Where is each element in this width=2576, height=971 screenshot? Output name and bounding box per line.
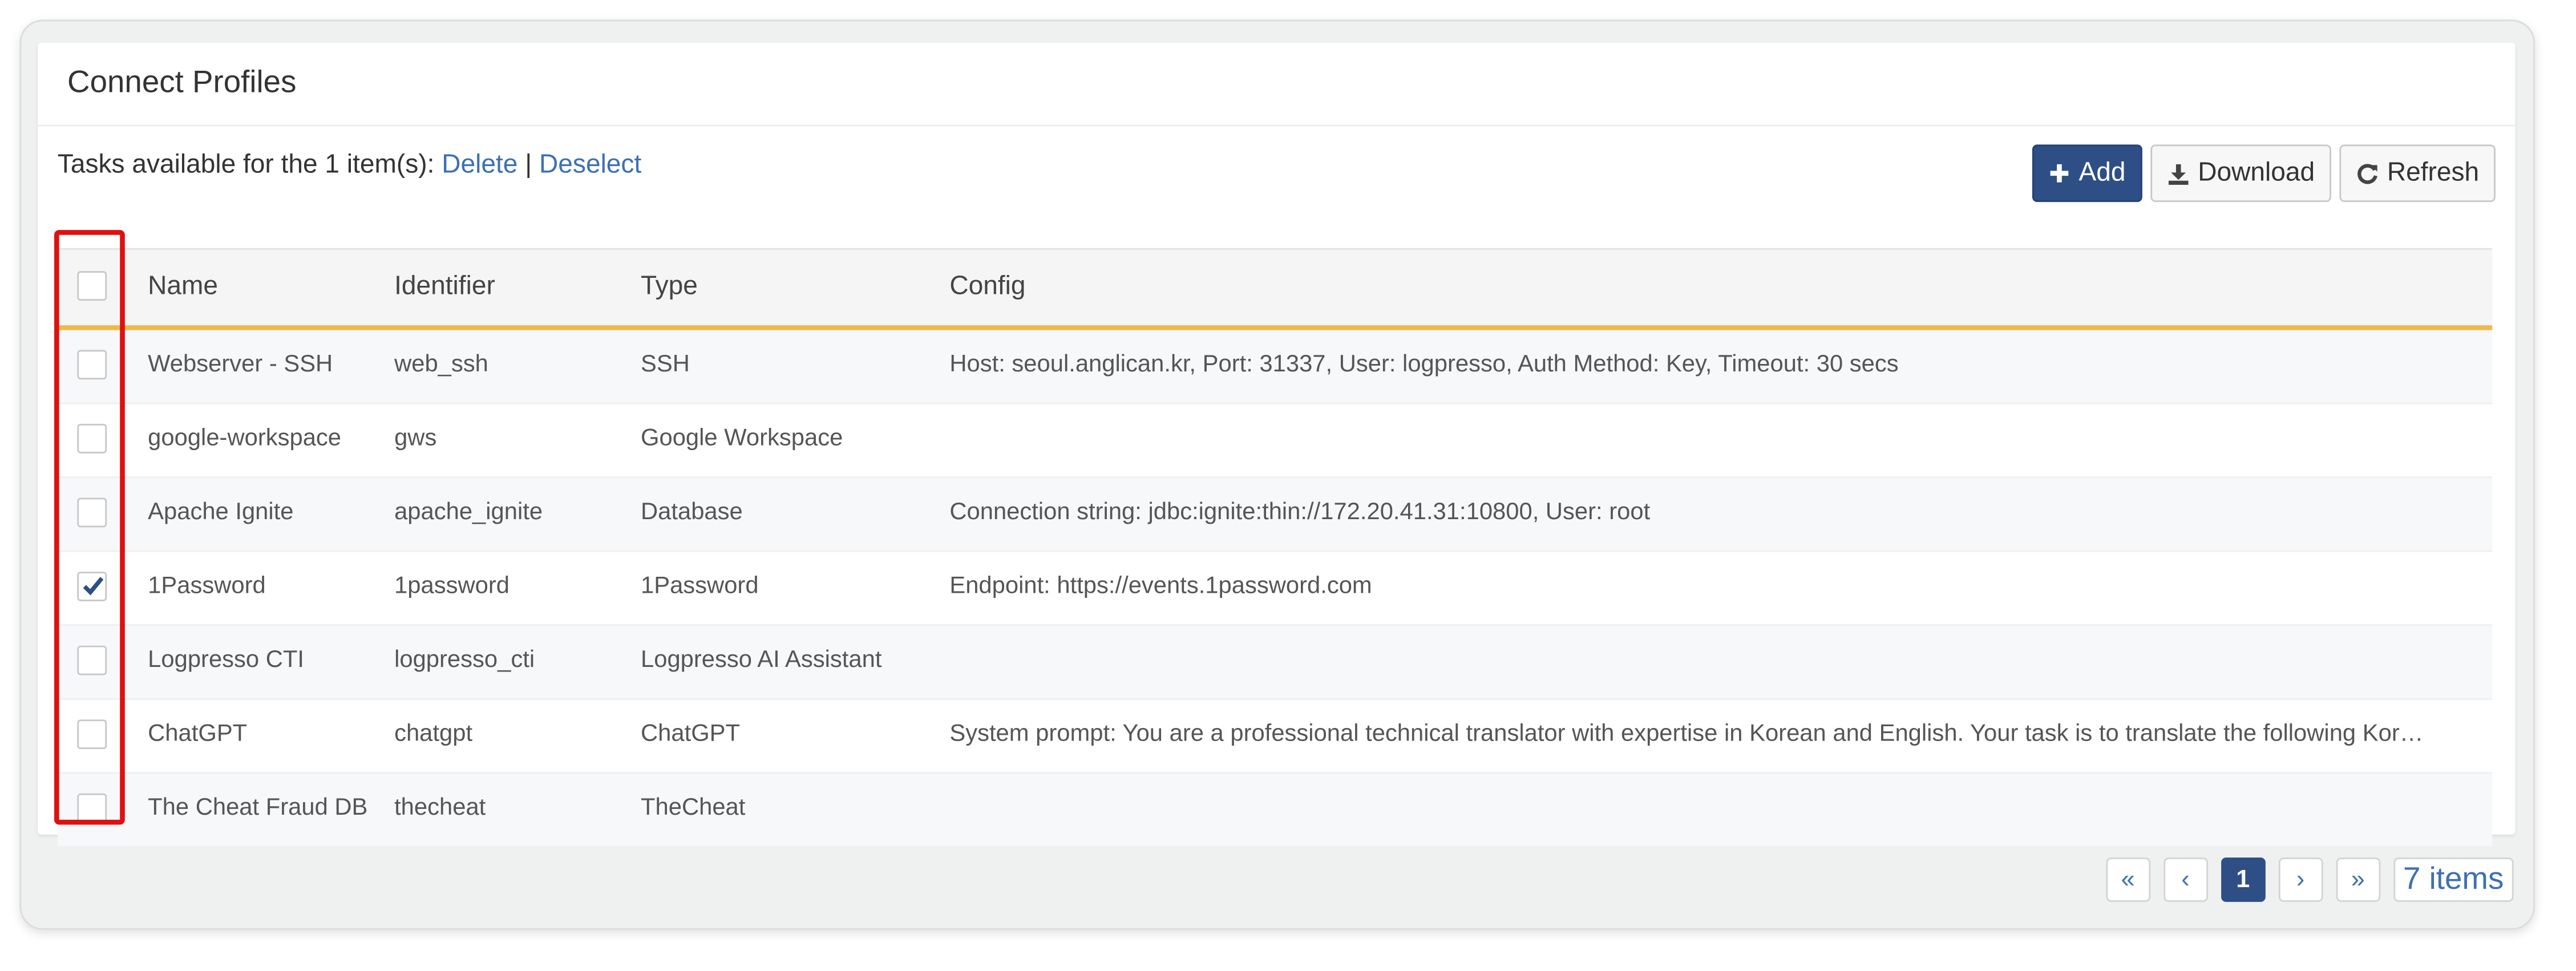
cell-type: Logpresso AI Assistant: [641, 647, 882, 674]
table-row[interactable]: Webserver - SSH web_ssh SSH Host: seoul.ang…: [57, 330, 2493, 404]
page-frame: Connect Profiles Tasks available for the…: [19, 19, 2535, 930]
cell-name: Logpresso CTI: [148, 647, 305, 674]
download-button-label: Download: [2198, 158, 2315, 187]
cell-config: Host: seoul.anglican.kr, Port: 31337, Us…: [949, 351, 1899, 378]
cell-type: ChatGPT: [641, 721, 741, 748]
cell-name: 1Password: [148, 573, 266, 600]
add-button-label: Add: [2078, 158, 2126, 187]
item-count: 7 items: [2393, 857, 2514, 902]
plus-icon: [2049, 163, 2070, 184]
cell-type: Google Workspace: [641, 425, 843, 452]
cell-config: System prompt: You are a professional te…: [949, 721, 2424, 748]
table-row[interactable]: ChatGPT chatgpt ChatGPT System prompt: You …: [57, 700, 2493, 774]
cell-name: ChatGPT: [148, 721, 248, 748]
column-header-name[interactable]: Name: [148, 273, 218, 302]
row-checkbox[interactable]: [77, 645, 107, 675]
refresh-button-label: Refresh: [2387, 158, 2480, 187]
row-checkbox[interactable]: [77, 497, 107, 528]
refresh-button[interactable]: Refresh: [2339, 144, 2496, 203]
page-button-current[interactable]: 1: [2221, 857, 2266, 902]
last-page-button[interactable]: »: [2335, 857, 2380, 902]
download-button[interactable]: Download: [2150, 144, 2331, 203]
cell-name: Apache Ignite: [148, 499, 294, 526]
deselect-link[interactable]: Deselect: [539, 151, 641, 179]
cell-identifier: gws: [394, 425, 437, 452]
table-row[interactable]: 1Password 1password 1Password Endpoint: htt…: [57, 552, 2493, 626]
cell-type: SSH: [641, 351, 690, 378]
table-row[interactable]: The Cheat Fraud DB thecheat TheCheat: [57, 774, 2493, 848]
download-icon: [2167, 162, 2190, 185]
panel-title: Connect Profiles: [67, 66, 297, 100]
next-page-button[interactable]: ›: [2278, 857, 2323, 902]
cell-identifier: apache_ignite: [394, 499, 543, 526]
first-page-button[interactable]: «: [2105, 857, 2150, 902]
tasks-separator: |: [525, 151, 532, 179]
cell-identifier: logpresso_cti: [394, 647, 535, 674]
profiles-table: Name Identifier Type Config Webserver - …: [57, 248, 2493, 848]
cell-type: Database: [641, 499, 743, 526]
column-header-config[interactable]: Config: [949, 273, 2477, 302]
cell-name: The Cheat Fraud DB: [148, 795, 368, 822]
cell-type: TheCheat: [641, 795, 746, 822]
table-row[interactable]: google-workspace gws Google Workspace: [57, 404, 2493, 478]
cell-identifier: chatgpt: [394, 721, 473, 748]
select-all-checkbox[interactable]: [77, 271, 107, 301]
prev-page-button[interactable]: ‹: [2163, 857, 2208, 902]
cell-identifier: web_ssh: [394, 351, 488, 378]
cell-identifier: thecheat: [394, 795, 486, 822]
pagination: « ‹ 1 › » 7 items: [2105, 857, 2514, 902]
row-checkbox[interactable]: [77, 572, 107, 601]
connect-profiles-panel: Connect Profiles Tasks available for the…: [38, 42, 2516, 848]
cell-config: Endpoint: https://events.1password.com: [949, 573, 1372, 600]
column-header-identifier[interactable]: Identifier: [394, 273, 495, 302]
row-checkbox[interactable]: [77, 719, 107, 750]
cell-config: Connection string: jdbc:ignite:thin://17…: [949, 499, 1651, 526]
add-button[interactable]: Add: [2032, 144, 2142, 203]
cell-type: 1Password: [641, 573, 759, 600]
column-header-type[interactable]: Type: [641, 273, 698, 302]
delete-link[interactable]: Delete: [442, 151, 517, 179]
cell-name: google-workspace: [148, 425, 342, 452]
toolbar: Add Download Refresh: [2032, 144, 2496, 203]
cell-identifier: 1password: [394, 573, 510, 600]
task-bar: Tasks available for the 1 item(s): Delet…: [58, 151, 641, 181]
row-checkbox[interactable]: [77, 793, 107, 823]
table-header: Name Identifier Type Config: [57, 248, 2493, 330]
tasks-prefix: Tasks available for the 1 item(s):: [57, 151, 435, 179]
row-checkbox[interactable]: [77, 423, 107, 454]
panel-header: Connect Profiles: [38, 43, 2516, 127]
cell-name: Webserver - SSH: [148, 351, 333, 378]
row-checkbox[interactable]: [77, 350, 107, 380]
refresh-icon: [2356, 162, 2379, 185]
table-row[interactable]: Logpresso CTI logpresso_cti Logpresso AI A…: [57, 626, 2493, 700]
checkmark-icon: [83, 577, 104, 596]
table-body: Webserver - SSH web_ssh SSH Host: seoul.ang…: [57, 330, 2493, 848]
table-row[interactable]: Apache Ignite apache_ignite Database Connec…: [57, 478, 2493, 552]
